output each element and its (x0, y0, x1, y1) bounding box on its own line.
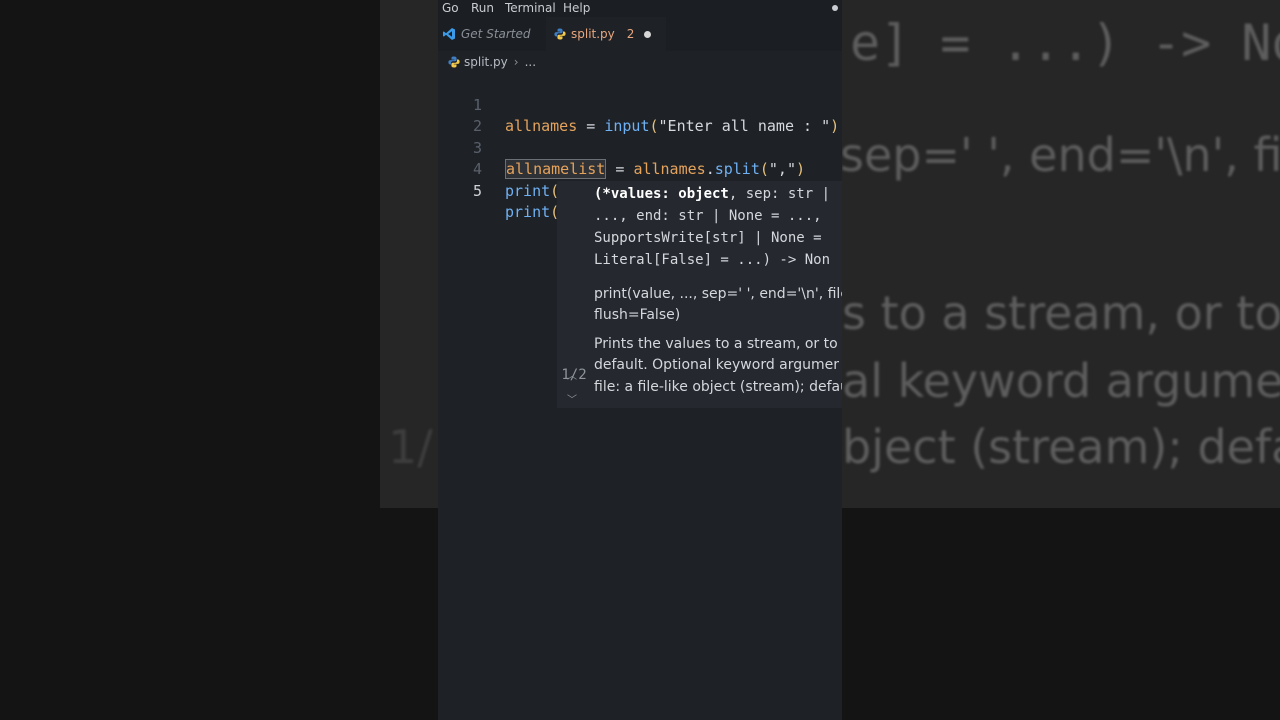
token-function: print (505, 181, 551, 200)
menu-terminal[interactable]: Terminal (505, 1, 556, 15)
code-line: 2 (438, 95, 842, 135)
tab-label: Get Started (461, 27, 531, 41)
bg-echo-line: e] = ...) -> Non (850, 14, 1280, 72)
doc-line: default. Optional keyword argumer (594, 357, 840, 373)
line-number: 5 (472, 181, 482, 200)
bg-echo-pager: 1/ (388, 420, 433, 474)
signature-line: (*values: object, sep: str | (594, 186, 831, 202)
problems-count-badge: 2 (626, 27, 635, 41)
breadcrumb: split.py › ... (438, 51, 842, 73)
menu-help[interactable]: Help (563, 1, 590, 15)
bg-echo-line: sep=' ', end='\n', file (840, 128, 1280, 182)
code-area[interactable]: 1 allnames = input("Enter all name : ") … (438, 73, 842, 222)
code-line-active: 5 print(allnamelist) (438, 159, 842, 222)
doc-line: flush=False) (594, 307, 681, 323)
window-indicator-dot (832, 5, 838, 11)
breadcrumb-more[interactable]: ... (525, 55, 536, 69)
unsaved-dot-icon[interactable] (644, 30, 652, 38)
vscode-icon (443, 28, 455, 40)
tab-label: split.py (571, 27, 615, 41)
breadcrumb-file[interactable]: split.py (464, 55, 508, 69)
tab-split-py[interactable]: split.py 2 (546, 17, 666, 51)
tab-bar: Get Started split.py 2 (438, 17, 842, 51)
bg-echo-line: s to a stream, or to (842, 286, 1280, 340)
bg-echo-line: al keyword argumer (842, 354, 1280, 408)
signature-line: ..., end: str | None = ..., (594, 208, 822, 224)
chevron-down-icon[interactable]: ﹀ (567, 391, 577, 406)
code-line: 3 allnamelist = allnames.split(",") (438, 116, 842, 179)
python-file-icon (554, 28, 566, 40)
code-line: 4 print(allnamelist) (438, 138, 842, 201)
signature-help-popup: (*values: object, sep: str | ..., end: s… (557, 181, 842, 408)
doc-line: Prints the values to a stream, or to (594, 336, 838, 352)
doc-line: print(value, ..., sep=' ', end='\n', fil… (594, 286, 842, 302)
chevron-right-icon: › (513, 55, 519, 69)
active-parameter: (*values: object (594, 186, 729, 202)
doc-line: file: a file-like object (stream); defau (594, 379, 842, 395)
code-line: 1 allnames = input("Enter all name : ") (438, 73, 842, 136)
menu-run[interactable]: Run (471, 1, 494, 15)
token-function: print (505, 203, 551, 221)
menu-bar: Go Run Terminal Help (438, 0, 842, 17)
code-editor-window: Go Run Terminal Help Get Started split.p… (438, 0, 842, 720)
bg-echo-line: bject (stream); defau (842, 420, 1280, 474)
python-file-icon (448, 56, 460, 68)
signature-line: SupportsWrite[str] | None = (594, 230, 822, 246)
signature-line: Literal[False] = ...) -> Non (594, 252, 831, 268)
overload-pager: 1/2 (561, 367, 587, 383)
tab-get-started[interactable]: Get Started (438, 17, 546, 51)
menu-go[interactable]: Go (442, 1, 459, 15)
